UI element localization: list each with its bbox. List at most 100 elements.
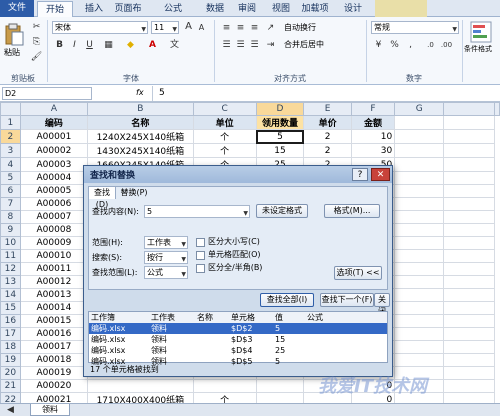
percent-icon[interactable]: % <box>388 39 401 51</box>
search-select[interactable]: 按行 ▼ <box>144 251 188 264</box>
row-header[interactable]: 8 <box>0 210 21 224</box>
tab-review[interactable]: 视图 <box>266 1 296 17</box>
paste-button-label[interactable]: 粘贴 <box>4 47 28 59</box>
results-list[interactable]: 工作簿 工作表 名称 单元格值公式 编码.xlsx 领料 $D$2 5 编码.xlsx 领料 $D$… <box>88 311 388 366</box>
options-button[interactable]: 选项(T) << <box>334 266 382 280</box>
cell-a[interactable]: A00019 <box>19 366 89 380</box>
cell[interactable] <box>443 184 495 198</box>
column-header[interactable]: G <box>394 102 445 116</box>
row-header[interactable]: 7 <box>0 197 21 211</box>
header-cell[interactable]: 单价 <box>303 115 352 130</box>
row-header[interactable]: 17 <box>0 327 21 341</box>
cell-a[interactable]: A00008 <box>19 223 89 237</box>
row-header[interactable]: 20 <box>0 366 21 380</box>
row-header[interactable]: 19 <box>0 353 21 367</box>
cell[interactable] <box>394 236 445 250</box>
underline-button[interactable]: U <box>83 39 96 51</box>
cell[interactable] <box>443 262 495 276</box>
close-button[interactable]: 关闭 <box>374 293 390 316</box>
cell[interactable] <box>394 314 445 328</box>
tab-home[interactable]: 开始 <box>37 1 73 17</box>
cell[interactable] <box>443 301 495 315</box>
tab-addins[interactable]: 设计 <box>333 1 373 17</box>
cell-f[interactable]: 30 <box>350 143 396 158</box>
cell-a[interactable]: A00009 <box>19 236 89 250</box>
shrink-font-icon[interactable]: A <box>195 22 208 34</box>
cell-a[interactable]: A00001 <box>19 129 89 144</box>
row-header[interactable]: 10 <box>0 236 21 250</box>
cell-a[interactable]: A00011 <box>19 262 89 276</box>
format-painter-icon[interactable]: 🖌 <box>30 51 43 63</box>
cell-a[interactable]: A00002 <box>19 143 89 158</box>
results-row[interactable]: 编码.xlsx 领料 $D$4 25 <box>89 345 387 356</box>
cell[interactable] <box>394 249 445 263</box>
cell[interactable] <box>443 340 495 354</box>
comma-style-icon[interactable]: , <box>404 39 417 51</box>
cell-a[interactable]: A00007 <box>19 210 89 224</box>
align-left-icon[interactable]: ☰ <box>220 39 233 51</box>
tab-file[interactable]: 文件 <box>0 0 34 17</box>
cell[interactable] <box>394 327 445 341</box>
align-middle-icon[interactable]: ≡ <box>234 22 247 34</box>
phonetic-icon[interactable]: 文 <box>168 39 181 51</box>
cell-b[interactable] <box>87 379 194 393</box>
cell-a[interactable]: A00015 <box>19 314 89 328</box>
results-column-header[interactable]: 工作簿 <box>89 312 149 323</box>
row-header[interactable]: 3 <box>0 143 21 158</box>
merge-center-button[interactable]: 合并后居中 <box>284 39 364 51</box>
grow-font-icon[interactable]: A <box>182 21 195 33</box>
cell-d[interactable]: 15 <box>255 143 305 158</box>
results-row[interactable]: 编码.xlsx 领料 $D$2 5 <box>89 323 387 334</box>
tab-camera[interactable]: 插入 <box>76 1 112 17</box>
cell[interactable] <box>394 275 445 289</box>
cell[interactable] <box>394 115 445 130</box>
decrease-decimal-icon[interactable]: .00 <box>440 39 453 51</box>
cell-b[interactable]: 1430X245X140纸箱 <box>87 143 194 158</box>
header-cell[interactable]: 单位 <box>192 115 257 130</box>
cell-a[interactable]: A00004 <box>19 171 89 185</box>
cell[interactable] <box>394 210 445 224</box>
within-select[interactable]: 工作表 ▼ <box>144 236 188 249</box>
find-what-input[interactable]: 5 ▼ <box>144 205 250 218</box>
row-header[interactable]: 1 <box>0 115 21 130</box>
match-entire-checkbox[interactable] <box>196 251 205 260</box>
number-format-select[interactable]: 常规 ▼ <box>371 21 459 34</box>
cell[interactable] <box>443 197 495 211</box>
row-header[interactable]: 12 <box>0 262 21 276</box>
help-icon[interactable]: ? <box>352 168 368 181</box>
cell[interactable] <box>394 171 445 185</box>
select-all-corner[interactable] <box>0 102 21 116</box>
insert-function-icon[interactable]: fx <box>136 87 144 99</box>
cell-a[interactable]: A00010 <box>19 249 89 263</box>
cell-b[interactable]: 1710X400X400纸箱 <box>87 392 194 403</box>
conditional-format-button[interactable]: 条件格式 <box>464 45 500 54</box>
cell-a[interactable]: A00014 <box>19 301 89 315</box>
cell[interactable] <box>443 210 495 224</box>
borders-icon[interactable]: ▦ <box>102 39 115 51</box>
tab-insert[interactable]: 页面布局 <box>112 1 144 30</box>
cell[interactable] <box>443 236 495 250</box>
cell[interactable] <box>443 115 495 130</box>
cell-a[interactable]: A00021 <box>19 392 89 403</box>
indent-icon[interactable]: ⇥ <box>264 39 277 51</box>
row-header[interactable]: 21 <box>0 379 21 393</box>
row-header[interactable]: 18 <box>0 340 21 354</box>
cell[interactable] <box>443 275 495 289</box>
cell-c[interactable]: 个 <box>192 392 257 403</box>
column-header[interactable]: E <box>303 102 352 116</box>
increase-decimal-icon[interactable]: .0 <box>424 39 437 51</box>
match-width-checkbox[interactable] <box>196 264 205 273</box>
cell-a[interactable]: A00017 <box>19 340 89 354</box>
italic-button[interactable]: I <box>68 39 81 51</box>
tab-formulas[interactable]: 数据 <box>200 1 230 17</box>
cell-a[interactable]: A00006 <box>19 197 89 211</box>
accounting-format-icon[interactable]: ¥ <box>372 39 385 51</box>
cell[interactable] <box>443 314 495 328</box>
cell-a[interactable]: A00005 <box>19 184 89 198</box>
header-cell[interactable]: 领用数量 <box>255 115 305 130</box>
cell[interactable] <box>394 223 445 237</box>
close-icon[interactable]: ✕ <box>371 168 390 181</box>
row-header[interactable]: 6 <box>0 184 21 198</box>
results-column-header[interactable]: 单元格 <box>229 312 273 323</box>
row-header[interactable]: 13 <box>0 275 21 289</box>
